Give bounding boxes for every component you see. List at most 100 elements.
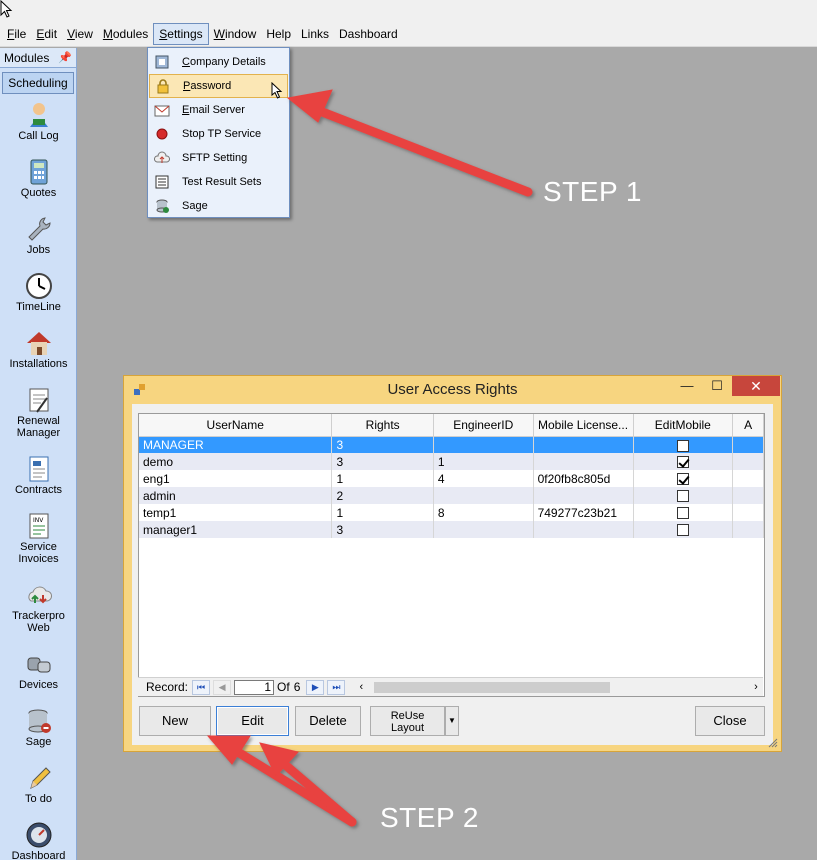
close-button[interactable]: Close xyxy=(695,706,765,736)
reuse-dropdown-icon[interactable]: ▼ xyxy=(445,706,459,736)
sftp-icon xyxy=(153,149,171,167)
menu-item-company-details[interactable]: Company Details xyxy=(149,50,288,74)
next-record-icon[interactable]: ▶ xyxy=(306,679,325,695)
prev-record-icon[interactable]: ◀ xyxy=(213,679,232,695)
total-records: 6 xyxy=(293,680,301,694)
menu-item-label: Company Details xyxy=(182,56,266,68)
scroll-track[interactable] xyxy=(368,681,749,694)
module-to-do[interactable]: To do xyxy=(0,761,77,818)
cell-engineer-id: 4 xyxy=(433,470,534,487)
column-header[interactable]: UserName xyxy=(139,414,333,437)
empty-cell xyxy=(733,589,764,606)
module-label: Devices xyxy=(18,679,59,691)
module-renewal-manager[interactable]: Renewal Manager xyxy=(0,383,77,452)
column-header[interactable]: Rights xyxy=(331,414,434,437)
module-sage[interactable]: Sage xyxy=(0,704,77,761)
resize-grip-icon[interactable] xyxy=(768,738,778,748)
column-header[interactable]: Mobile License... xyxy=(533,414,634,437)
horizontal-scrollbar[interactable]: ‹ › xyxy=(354,680,763,695)
column-header[interactable]: A xyxy=(732,414,764,437)
empty-cell xyxy=(533,657,633,674)
menu-window[interactable]: Window xyxy=(209,23,262,45)
table-row[interactable]: admin 2 xyxy=(139,487,764,504)
cell-mobile-license xyxy=(533,487,634,504)
table-row[interactable]: temp1 1 8 749277c23b21 xyxy=(139,504,764,521)
dialog-title-bar[interactable]: User Access Rights — ☐ ✕ xyxy=(124,376,781,404)
dialog-body: UserName Rights EngineerID Mobile License..… xyxy=(132,404,773,745)
module-service-invoices[interactable]: INV Service Invoices xyxy=(0,509,77,578)
module-trackerpro-web[interactable]: Trackerpro Web xyxy=(0,578,77,647)
reuse-layout-button[interactable]: ReUse Layout xyxy=(370,706,445,736)
delete-button[interactable]: Delete xyxy=(295,706,361,736)
module-quotes[interactable]: Quotes xyxy=(0,155,77,212)
module-call-log[interactable]: Call Log xyxy=(0,98,77,155)
cell-engineer-id xyxy=(433,521,534,538)
invoice-icon: INV xyxy=(24,511,54,541)
pin-icon[interactable]: 📌 xyxy=(58,51,72,64)
users-grid[interactable]: UserName Rights EngineerID Mobile License..… xyxy=(138,413,765,697)
empty-cell xyxy=(533,589,633,606)
empty-cell xyxy=(533,572,633,589)
first-record-icon[interactable]: ⏮ xyxy=(192,679,211,695)
step1-label: STEP 1 xyxy=(543,176,642,207)
edit-button[interactable]: Edit xyxy=(216,706,289,736)
cell-edit-mobile xyxy=(633,504,734,521)
maximize-button[interactable]: ☐ xyxy=(702,376,732,396)
module-jobs[interactable]: Jobs xyxy=(0,212,77,269)
empty-cell xyxy=(733,657,764,674)
close-window-button[interactable]: ✕ xyxy=(732,376,780,396)
record-label: Record: xyxy=(146,680,189,694)
empty-cell xyxy=(332,555,433,572)
edit-mobile-checkbox[interactable] xyxy=(676,507,689,520)
edit-mobile-checkbox[interactable] xyxy=(676,456,689,469)
cell-edit-mobile xyxy=(633,470,734,487)
table-row[interactable]: demo 3 1 xyxy=(139,453,764,470)
scroll-left-icon[interactable]: ‹ xyxy=(354,681,368,693)
module-dashboard[interactable]: Dashboard xyxy=(0,818,77,860)
menu-modules[interactable]: Modules xyxy=(98,23,153,45)
last-record-icon[interactable]: ⏭ xyxy=(327,679,346,695)
house-icon xyxy=(24,328,54,358)
cloud-icon xyxy=(24,580,54,610)
menu-item-sftp-setting[interactable]: SFTP Setting xyxy=(149,146,288,170)
menu-settings[interactable]: Settings xyxy=(153,23,209,45)
table-row[interactable]: manager1 3 xyxy=(139,521,764,538)
edit-mobile-checkbox[interactable] xyxy=(676,490,689,503)
edit-mobile-checkbox[interactable] xyxy=(676,473,689,486)
menu-dashboard[interactable]: Dashboard xyxy=(334,23,403,45)
step1-arrow xyxy=(307,103,533,197)
cell-username: eng1 xyxy=(139,470,333,487)
table-row[interactable]: eng1 1 4 0f20fb8c805d xyxy=(139,470,764,487)
module-contracts[interactable]: Contracts xyxy=(0,452,77,509)
menu-item-sage[interactable]: Sage xyxy=(149,194,288,218)
minimize-button[interactable]: — xyxy=(672,376,702,396)
current-record-input[interactable]: 1 xyxy=(234,679,275,695)
modules-sidebar: Modules 📌 Scheduling Call Log Quotes Jobs T… xyxy=(0,48,77,860)
empty-row xyxy=(139,555,764,572)
menu-edit[interactable]: Edit xyxy=(31,23,62,45)
edit-mobile-checkbox[interactable] xyxy=(676,439,689,452)
column-header[interactable]: EditMobile xyxy=(633,414,734,437)
module-installations[interactable]: Installations xyxy=(0,326,77,383)
empty-cell xyxy=(332,606,433,623)
column-header[interactable]: EngineerID xyxy=(433,414,534,437)
menu-view[interactable]: View xyxy=(62,23,98,45)
menu-item-label: Stop TP Service xyxy=(182,128,261,140)
empty-row xyxy=(139,572,764,589)
module-timeline[interactable]: TimeLine xyxy=(0,269,77,326)
new-button[interactable]: New xyxy=(139,706,211,736)
scroll-thumb[interactable] xyxy=(374,681,611,693)
menu-item-stop-tp-service[interactable]: Stop TP Service xyxy=(149,122,288,146)
menu-file[interactable]: File xyxy=(2,23,31,45)
menu-modules-accesskey: M xyxy=(102,27,113,41)
cell-engineer-id xyxy=(433,487,534,504)
edit-mobile-checkbox[interactable] xyxy=(676,524,689,537)
menu-help[interactable]: Help xyxy=(261,23,296,45)
menu-view-label: iew xyxy=(74,27,93,41)
menu-links[interactable]: Links xyxy=(296,23,334,45)
module-devices[interactable]: Devices xyxy=(0,647,77,704)
scheduling-tab[interactable]: Scheduling xyxy=(2,72,74,94)
menu-item-test-result-sets[interactable]: Test Result Sets xyxy=(149,170,288,194)
table-row[interactable]: MANAGER 3 xyxy=(139,436,764,453)
scroll-right-icon[interactable]: › xyxy=(749,681,763,693)
